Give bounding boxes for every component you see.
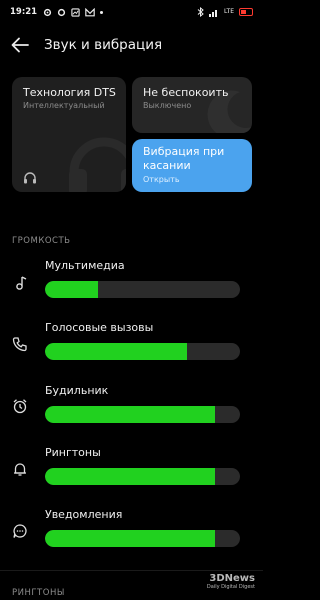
volume-section-label: ГРОМКОСТЬ [12,236,71,246]
alarm-icon [13,399,27,414]
bluetooth-icon [197,7,204,17]
dnd-title: Не беспокоить [143,86,229,99]
headphones-watermark-icon [69,137,126,192]
dts-title: Технология DTS [23,86,116,99]
vibration-title-line1: Вибрация при [143,145,225,158]
chat-bubble-icon [13,524,27,538]
watermark: 3DNews Daily Digital Digest [207,574,255,592]
volume-slider-fill [45,281,98,298]
watermark-logo: 3DNews [209,573,255,584]
ringtones-section-label: РИНГТОНЫ [12,588,65,598]
volume-slider[interactable] [45,530,240,547]
lte-icon: LTE [224,8,234,15]
settings-icon [43,8,52,16]
dts-card[interactable]: Технология DTS Интеллектуальный [12,77,126,192]
volume-row-ringtones: Рингтоны [0,443,263,503]
touch-vibration-card[interactable]: Вибрация при касании Открыть [132,139,252,192]
volume-slider[interactable] [45,343,240,360]
phone-icon [12,337,27,352]
watermark-tagline: Daily Digital Digest [206,584,255,590]
volume-slider[interactable] [45,468,240,485]
volume-label: Мультимедиа [45,259,125,272]
image-icon [71,7,80,17]
status-bar: 19:21 LTE [0,0,263,24]
dts-subtitle: Интеллектуальный [23,101,105,110]
volume-row-voice-calls: Голосовые вызовы [0,318,263,378]
back-arrow-icon[interactable] [10,36,30,54]
headphones-icon [24,172,36,184]
mail-icon [85,7,95,16]
volume-slider[interactable] [45,406,240,423]
volume-label: Голосовые вызовы [45,321,154,334]
dnd-subtitle: Выключено [143,101,192,110]
music-note-icon [16,276,27,290]
battery-low-icon [239,8,253,16]
volume-row-notifications: Уведомления [0,505,263,565]
signal-icon [209,9,218,17]
vibration-subtitle: Открыть [143,175,180,184]
page-header: Звук и вибрация [0,30,263,60]
do-not-disturb-card[interactable]: Не беспокоить Выключено [132,77,252,133]
page-title: Звук и вибрация [44,37,163,53]
divider [0,570,263,571]
volume-slider[interactable] [45,281,240,298]
volume-slider-fill [45,343,188,360]
volume-slider-fill [45,406,215,423]
gear-small-icon [57,8,66,16]
status-time: 19:21 [10,7,38,17]
bell-icon [14,463,26,476]
volume-label: Будильник [45,384,109,397]
volume-row-alarm: Будильник [0,381,263,441]
volume-label: Рингтоны [45,446,101,459]
volume-label: Уведомления [45,508,123,521]
vibration-title-line2: касании [143,159,191,172]
volume-slider-fill [45,530,215,547]
volume-row-multimedia: Мультимедиа [0,256,263,316]
volume-slider-fill [45,468,215,485]
dot-icon [100,10,104,14]
